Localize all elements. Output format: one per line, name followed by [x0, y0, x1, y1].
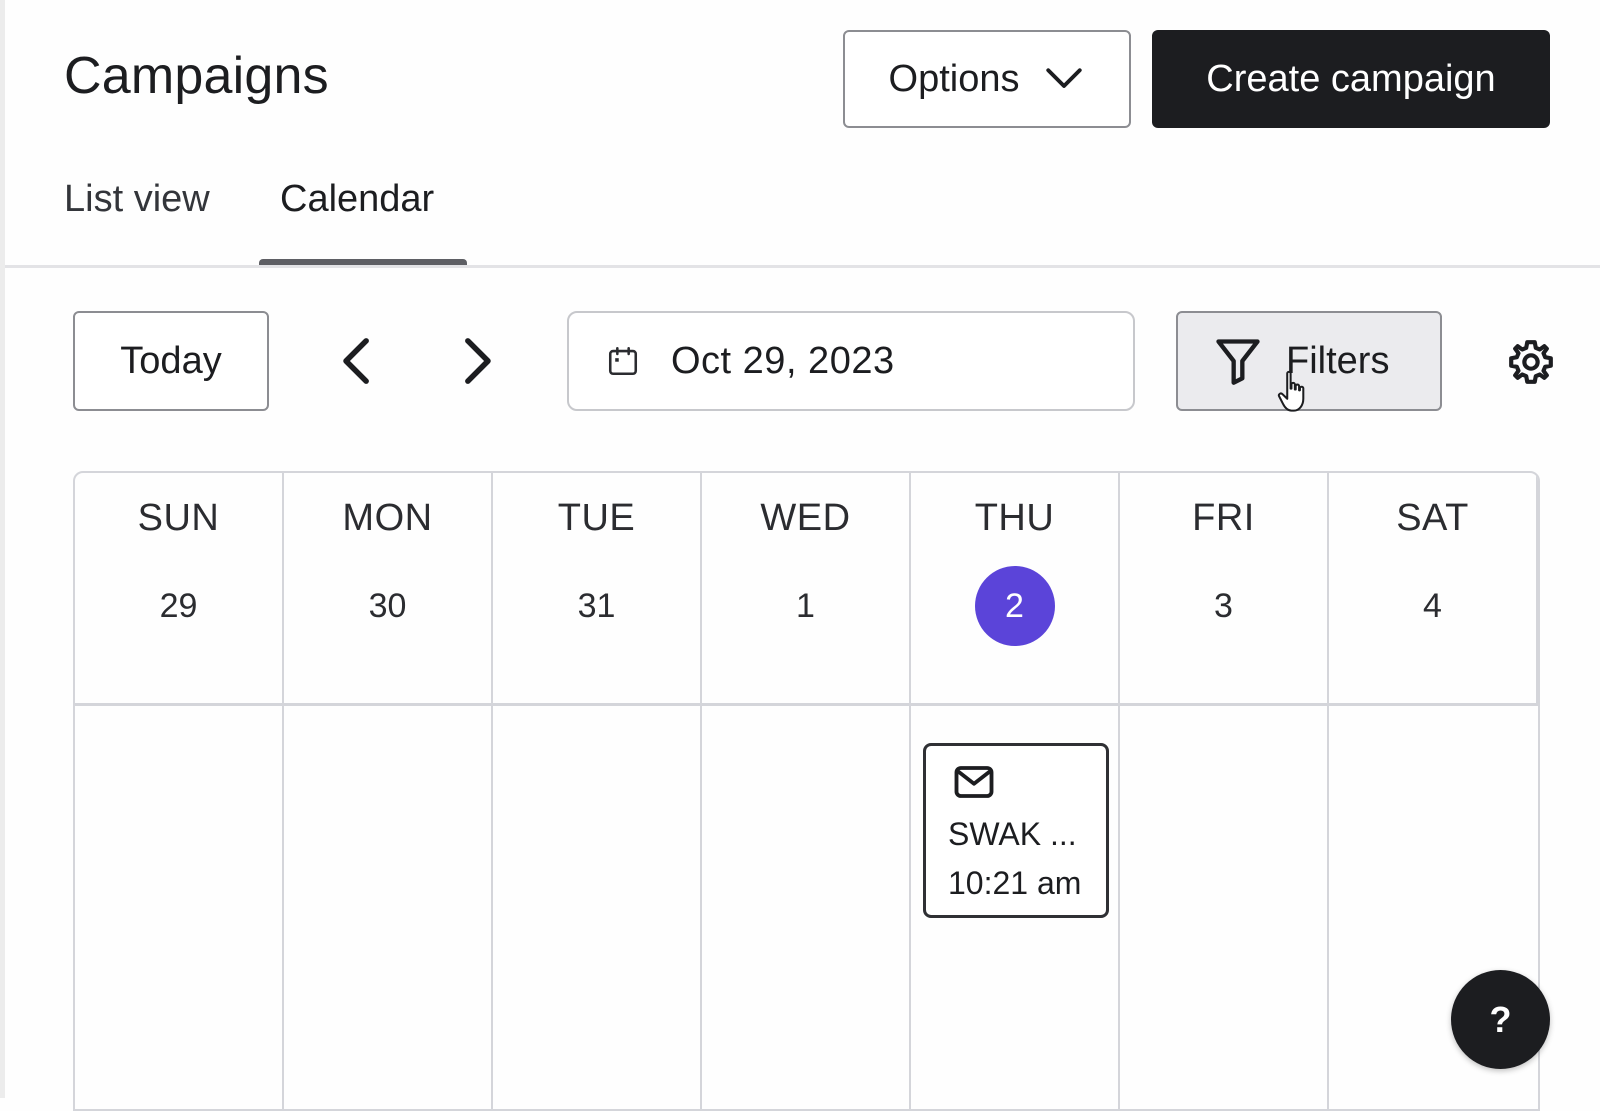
- day-of-week-label: MON: [342, 497, 433, 539]
- pointer-hand-icon: [1277, 370, 1305, 412]
- date-picker-field[interactable]: Oct 29, 2023: [567, 311, 1135, 411]
- day-header-tue: TUE 31: [493, 473, 702, 706]
- create-campaign-button[interactable]: Create campaign: [1152, 30, 1550, 128]
- help-button[interactable]: ?: [1451, 970, 1550, 1069]
- day-cell-thu[interactable]: SWAK ... 10:21 am: [911, 706, 1120, 1109]
- calendar-icon: [605, 342, 643, 380]
- day-cell-sun[interactable]: [75, 706, 284, 1109]
- day-cell-wed[interactable]: [702, 706, 911, 1109]
- day-number[interactable]: 1: [766, 566, 846, 646]
- day-of-week-label: THU: [974, 497, 1055, 539]
- view-tabs: List view Calendar: [0, 160, 1600, 268]
- chevron-down-icon: [1046, 68, 1083, 88]
- day-of-week-label: SAT: [1396, 497, 1469, 539]
- today-button[interactable]: Today: [73, 311, 269, 411]
- day-header-sun: SUN 29: [75, 473, 284, 706]
- event-title: SWAK ...: [948, 816, 1077, 852]
- day-of-week-label: SUN: [137, 497, 220, 539]
- day-number[interactable]: 29: [139, 566, 219, 646]
- day-header-mon: MON 30: [284, 473, 493, 706]
- campaign-event-card[interactable]: SWAK ... 10:21 am: [923, 743, 1109, 918]
- previous-week-button[interactable]: [327, 331, 387, 391]
- day-number[interactable]: 4: [1393, 566, 1473, 646]
- day-header-wed: WED 1: [702, 473, 911, 706]
- week-calendar: SUN 29 MON 30 TUE 31 WED 1 THU 2 FRI 3 S…: [73, 471, 1540, 1111]
- day-number[interactable]: 3: [1184, 566, 1264, 646]
- page-title: Campaigns: [64, 47, 329, 105]
- day-of-week-label: FRI: [1192, 497, 1255, 539]
- day-header-sat: SAT 4: [1329, 473, 1538, 706]
- options-button[interactable]: Options: [843, 30, 1131, 128]
- envelope-icon: [954, 766, 994, 798]
- day-header-fri: FRI 3: [1120, 473, 1329, 706]
- options-button-label: Options: [888, 57, 1020, 100]
- event-time: 10:21 am: [948, 865, 1082, 901]
- chevron-right-icon: [465, 338, 491, 384]
- day-number[interactable]: 30: [348, 566, 428, 646]
- tabs-divider: [5, 265, 1600, 268]
- today-day-number[interactable]: 2: [974, 566, 1055, 646]
- day-cell-mon[interactable]: [284, 706, 493, 1109]
- gear-icon[interactable]: [1506, 337, 1556, 387]
- tab-list-view[interactable]: List view: [64, 178, 210, 221]
- day-cell-fri[interactable]: [1120, 706, 1329, 1109]
- tab-calendar[interactable]: Calendar: [280, 178, 434, 221]
- day-of-week-label: WED: [760, 497, 851, 539]
- next-week-button[interactable]: [447, 331, 507, 391]
- day-number[interactable]: 31: [557, 566, 637, 646]
- funnel-icon: [1216, 339, 1260, 385]
- day-header-thu: THU 2: [911, 473, 1120, 706]
- date-picker-value: Oct 29, 2023: [671, 339, 895, 382]
- day-of-week-label: TUE: [557, 497, 636, 539]
- day-cell-tue[interactable]: [493, 706, 702, 1109]
- chevron-left-icon: [343, 338, 369, 384]
